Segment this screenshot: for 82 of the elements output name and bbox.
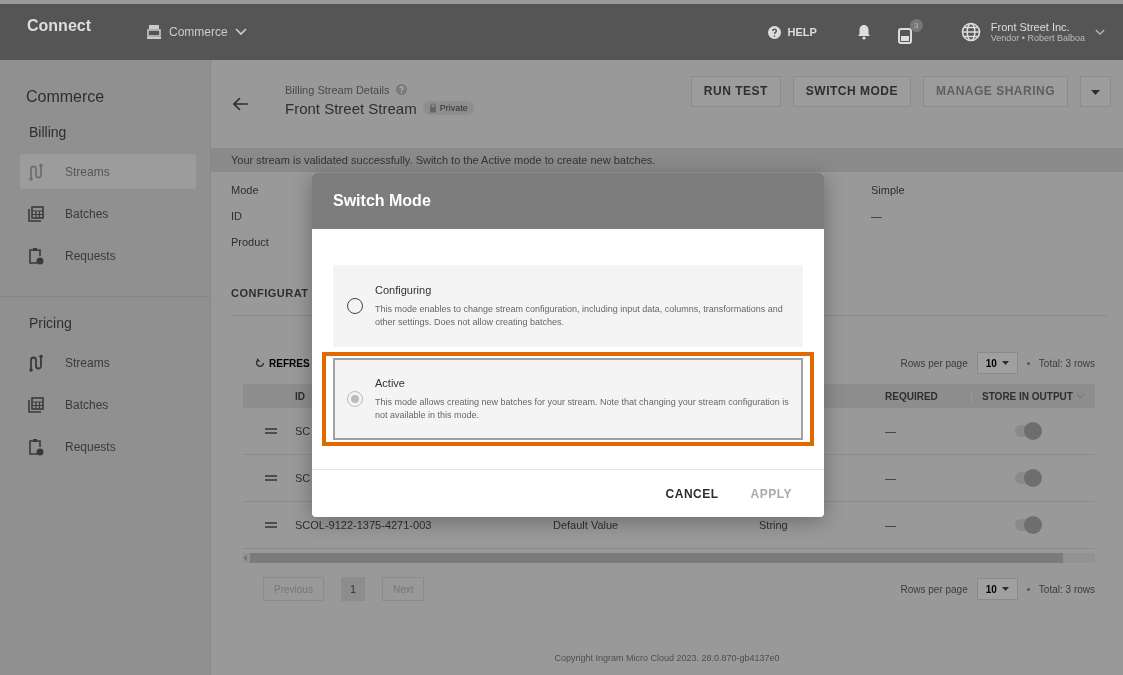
sidebar-title: Commerce [25,87,106,107]
sidebar-item[interactable]: Batches [20,196,196,231]
option-title: Active [375,377,406,390]
stream-icon [28,353,44,372]
table-cell-text: String [759,519,789,531]
mode-option[interactable]: Active This mode allows creating new batches for your stream. Note that changing your stream configuration is not available in this mode. [333,358,803,440]
caret-down-icon [1001,361,1009,365]
dialog-button[interactable]: CANCEL [661,480,723,507]
more-actions-button[interactable] [1080,75,1111,107]
private-badge: Private [422,101,474,115]
caret-down-icon [1001,587,1009,591]
breadcrumb: Billing Stream Details [285,83,390,96]
table-cell-text: — [885,425,897,437]
page-size-select[interactable]: 10 [976,578,1018,600]
table-cell-text: SC [295,472,312,484]
column-header: REQUIRED [885,390,938,402]
drag-handle-icon[interactable] [265,522,277,528]
dot-separator-icon [1026,587,1030,591]
grid-stack-icon [28,396,44,413]
clipboard-clock-icon [28,246,44,265]
table-cell-text: SC [295,425,312,437]
detail-label: ID [231,210,243,222]
sidebar-item[interactable]: Requests [20,429,196,464]
bell-icon[interactable] [856,24,871,40]
account-role: Vendor • Robert Balboa [990,33,1085,43]
drag-handle-icon[interactable] [265,428,277,434]
table-cell-text: — [885,519,897,531]
detail-label: Mode [231,184,260,196]
account-name: Front Street Inc. [990,21,1071,33]
info-banner: Your stream is validated successfully. Switch to the Active mode to create new batches. [211,148,1123,172]
drag-handle-icon[interactable] [265,475,277,481]
option-description: This mode allows creating new batches for your stream. Note that changing your stream configuration is not available in this mode. [375,396,789,421]
option-description: This mode enables to change stream configuration, including input data, columns, transformations and other settings. Does not allow creating batches. [375,303,784,328]
detail-value: — [871,210,882,222]
chevron-down-icon [234,28,247,36]
globe-icon [960,22,981,42]
cash-register-icon [146,24,162,40]
help-icon[interactable] [395,84,407,95]
sidebar-item[interactable]: Streams [20,345,196,380]
dialog-title: Switch Mode [333,192,431,210]
section-title: Pricing [28,314,73,333]
sidebar-item[interactable]: Streams [20,154,196,189]
column-header[interactable]: STORE IN OUTPUT [971,390,1095,402]
table-cell-text: — [885,472,897,484]
copyright-text: Copyright Ingram Micro Cloud 2023. 28.0.870-gb4137e0 [553,653,781,665]
clipboard-clock-icon [28,437,44,456]
detail-value: Simple [871,184,905,196]
option-title: Configuring [375,284,433,297]
header-button[interactable]: SWITCH MODE [792,75,911,107]
sidebar-item[interactable]: Requests [20,238,196,273]
brand-logo[interactable]: Connect [27,17,91,35]
mode-option[interactable]: Configuring This mode enables to change stream configuration, including input data, columns, transformations and other settings. Does not allow creating batches. [333,265,803,347]
section-title: Billing [28,124,68,142]
total-rows: Total: 3 rows [1038,583,1095,595]
detail-label: Product [231,236,270,248]
column-header: ID [295,390,305,402]
dot-separator-icon [1026,361,1030,365]
inbox-icon[interactable] [896,25,915,45]
header-button[interactable]: RUN TEST [690,75,781,107]
page-title: Front Street Stream [285,99,417,117]
back-arrow-icon[interactable] [233,97,249,111]
page-number[interactable]: 1 [340,577,365,601]
help-icon [768,25,782,39]
rows-per-page-label: Rows per page [900,583,968,595]
sidebar-item[interactable]: Batches [20,387,196,422]
caret-down-icon [1091,90,1100,95]
page-size-select[interactable]: 10 [976,352,1018,374]
help-button[interactable]: HELP [762,24,823,40]
horizontal-scrollbar[interactable] [243,553,1095,563]
refresh-button[interactable]: REFRES [255,357,310,369]
refresh-icon [255,358,265,368]
total-rows: Total: 3 rows [1038,357,1095,369]
table-cell-text: Default Value [553,519,620,531]
configuration-tab[interactable]: CONFIGURAT [231,287,309,299]
chevron-down-icon [1095,28,1105,36]
module-switcher[interactable]: Commerce [146,24,247,40]
stream-icon [28,162,44,181]
lock-icon [428,103,437,113]
rows-per-page-label: Rows per page [900,357,968,369]
table-cell-text: SCOL-9122-1375-4271-003 [295,519,433,531]
grid-stack-icon [28,205,44,222]
account-menu[interactable]: Front Street Inc. Vendor • Robert Balboa [960,21,1105,43]
